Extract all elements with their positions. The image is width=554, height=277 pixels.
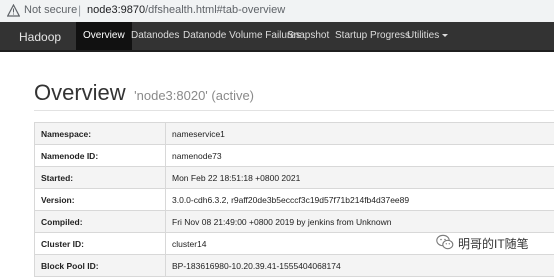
security-status[interactable]: Not secure: [24, 4, 77, 16]
wechat-icon: [436, 233, 454, 251]
table-row: Namespace: nameservice1: [35, 123, 554, 145]
watermark-text: 明哥的IT随笔: [458, 235, 529, 252]
table-row: Started: Mon Feb 22 18:51:18 +0800 2021: [35, 167, 554, 189]
brand-logo[interactable]: Hadoop: [19, 30, 61, 44]
url-host: node3:9870: [87, 4, 145, 16]
page-title: Overview 'node3:8020' (active): [34, 80, 254, 106]
row-value: BP-183616980-10.20.39.41-1555404068174: [166, 255, 554, 277]
url-path: /dfshealth.html#tab-overview: [145, 4, 285, 16]
row-key: Compiled:: [35, 211, 166, 233]
address-separator: |: [78, 3, 81, 17]
table-row: Compiled: Fri Nov 08 21:49:00 +0800 2019…: [35, 211, 554, 233]
nav-menu-utilities[interactable]: Utilities: [400, 22, 455, 50]
row-value: Mon Feb 22 18:51:18 +0800 2021: [166, 167, 554, 189]
wechat-watermark: 明哥的IT随笔: [436, 232, 554, 252]
row-key: Started:: [35, 167, 166, 189]
row-key: Block Pool ID:: [35, 255, 166, 277]
table-row: Namenode ID: namenode73: [35, 145, 554, 167]
overview-info-table: Namespace: nameservice1 Namenode ID: nam…: [34, 122, 554, 277]
page-subtitle: 'node3:8020' (active): [134, 88, 254, 103]
row-value: 3.0.0-cdh6.3.2, r9aff20de3b5ecccf3c19d57…: [166, 189, 554, 211]
top-navbar: Hadoop Overview Datanodes Datanode Volum…: [0, 22, 554, 52]
row-value: Fri Nov 08 21:49:00 +0800 2019 by jenkin…: [166, 211, 554, 233]
row-value: namenode73: [166, 145, 554, 167]
url-text[interactable]: node3:9870/dfshealth.html#tab-overview: [87, 4, 285, 16]
row-value: nameservice1: [166, 123, 554, 145]
row-key: Cluster ID:: [35, 233, 166, 255]
row-key: Version:: [35, 189, 166, 211]
table-row: Version: 3.0.0-cdh6.3.2, r9aff20de3b5ecc…: [35, 189, 554, 211]
table-row: Block Pool ID: BP-183616980-10.20.39.41-…: [35, 255, 554, 277]
title-divider: [34, 110, 554, 111]
row-key: Namenode ID:: [35, 145, 166, 167]
warning-icon[interactable]: [7, 4, 20, 17]
row-key: Namespace:: [35, 123, 166, 145]
utilities-label: Utilities: [407, 30, 439, 41]
browser-address-bar[interactable]: Not secure | node3:9870/dfshealth.html#t…: [0, 0, 554, 23]
page-title-text: Overview: [34, 80, 126, 105]
chevron-down-icon: [442, 34, 448, 37]
